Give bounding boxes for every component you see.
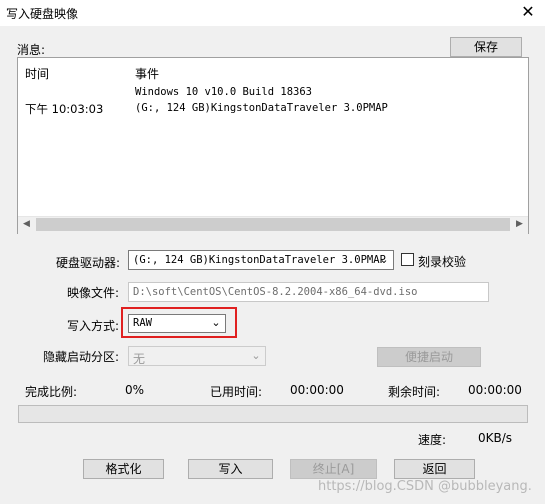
format-button[interactable]: 格式化 — [83, 459, 164, 479]
percent-label: 完成比例: — [25, 385, 78, 399]
hidden-partition-select[interactable]: 无 ⌄ — [128, 346, 266, 366]
image-file-value: D:\soft\CentOS\CentOS-8.2.2004-x86_64-dv… — [133, 286, 418, 298]
log-event-1: Windows 10 v10.0 Build 18363 — [135, 86, 313, 98]
verify-checkbox[interactable] — [401, 253, 414, 266]
speed-label: 速度: — [418, 433, 447, 447]
elapsed-label: 已用时间: — [210, 385, 263, 399]
stop-button[interactable]: 终止[A] — [290, 459, 377, 479]
title-bar — [0, 0, 545, 26]
log-header-event: 事件 — [135, 67, 160, 81]
verify-label: 刻录校验 — [418, 255, 467, 269]
message-log[interactable] — [17, 57, 529, 234]
log-event-2: (G:, 124 GB)KingstonDataTraveler 3.0PMAP — [135, 102, 388, 114]
messages-label: 消息: — [17, 43, 46, 57]
chevron-down-icon: ⌄ — [379, 253, 389, 266]
write-button[interactable]: 写入 — [188, 459, 273, 479]
drive-label: 硬盘驱动器: — [56, 256, 121, 270]
progress-bar — [18, 405, 528, 423]
drive-select-value: (G:, 124 GB)KingstonDataTraveler 3.0PMAP — [133, 254, 386, 266]
image-file-field[interactable]: D:\soft\CentOS\CentOS-8.2.2004-x86_64-dv… — [128, 282, 489, 302]
remaining-value: 00:00:00 — [468, 383, 522, 397]
highlight-box — [121, 307, 237, 338]
write-method-label: 写入方式: — [67, 319, 120, 333]
back-button[interactable]: 返回 — [394, 459, 475, 479]
watermark-text: https://blog.CSDN @bubbleyang. — [318, 479, 532, 494]
drive-select[interactable]: (G:, 124 GB)KingstonDataTraveler 3.0PMAP… — [128, 250, 394, 270]
image-file-label: 映像文件: — [67, 286, 120, 300]
speed-value: 0KB/s — [478, 431, 513, 445]
save-button[interactable]: 保存 — [450, 37, 522, 57]
scrollbar-thumb[interactable] — [36, 218, 510, 231]
hidden-partition-label: 隐藏启动分区: — [43, 350, 120, 364]
scroll-left-icon[interactable]: ◀ — [18, 216, 35, 233]
scroll-right-icon[interactable]: ▶ — [511, 216, 528, 233]
window-title: 写入硬盘映像 — [6, 7, 79, 21]
watermark: https://blog.CSDN @bubbleyang. — [318, 479, 532, 494]
elapsed-value: 00:00:00 — [290, 383, 344, 397]
log-header-time: 时间 — [25, 67, 50, 81]
close-icon[interactable]: ✕ — [518, 2, 538, 22]
chevron-down-icon: ⌄ — [251, 349, 261, 362]
hidden-partition-value: 无 — [133, 352, 146, 366]
remaining-label: 剩余时间: — [388, 385, 441, 399]
percent-value: 0% — [125, 383, 145, 397]
log-time-2: 下午 10:03:03 — [25, 102, 104, 116]
quick-boot-button[interactable]: 便捷启动 — [377, 347, 481, 367]
